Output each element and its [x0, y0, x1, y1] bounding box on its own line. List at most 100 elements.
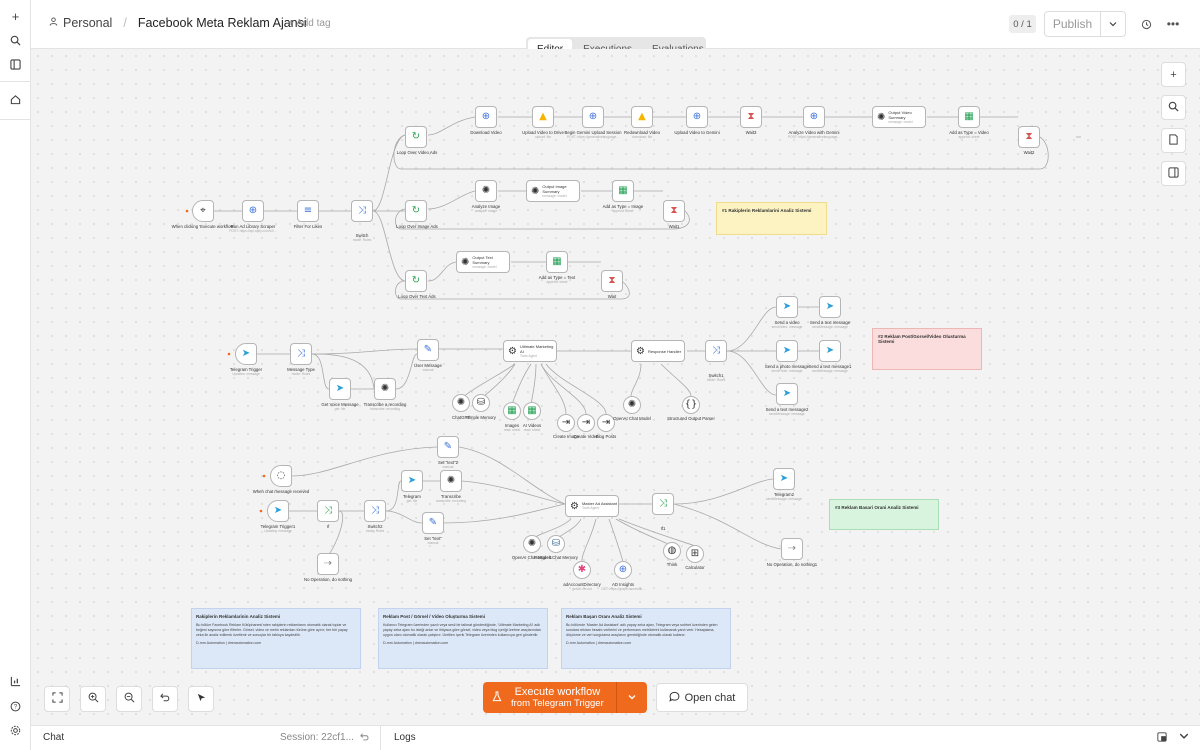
node-telegram-trigger[interactable]: ➤	[235, 343, 257, 365]
node-send-text1[interactable]: ➤	[819, 340, 841, 362]
node-ultimate-ai[interactable]: ⚙ Ultimate Marketing AI Tools Agent	[503, 340, 557, 362]
node-telegram[interactable]: ➤	[401, 470, 423, 492]
node-send-photo[interactable]: ➤	[776, 340, 798, 362]
node-images[interactable]: ▦	[503, 402, 521, 420]
node-postgres[interactable]: ⛁	[547, 535, 565, 553]
node-transcribe[interactable]: ✺	[374, 378, 396, 400]
pop-out-icon[interactable]	[1157, 732, 1167, 745]
node-set-text2[interactable]: ✎	[437, 436, 459, 458]
node-loop-video[interactable]: ↻	[405, 126, 427, 148]
workflow-canvas[interactable]: ⌖ When clicking 'Execute workflow' ⊕ Run…	[31, 49, 1200, 725]
node-ai-videos[interactable]: ▦	[523, 402, 541, 420]
node-if[interactable]: ⤨	[317, 500, 339, 522]
undo-button[interactable]	[152, 686, 178, 712]
plus-icon[interactable]: +	[7, 8, 24, 25]
node-when-clicking[interactable]: ⌖	[192, 200, 214, 222]
node-wait[interactable]: ⧗	[601, 270, 623, 292]
zoom-out-button[interactable]	[116, 686, 142, 712]
help-icon[interactable]: ?	[7, 698, 24, 715]
node-chat-received[interactable]: ◌	[270, 465, 292, 487]
workflow-name[interactable]: Facebook Meta Reklam Ajansi	[138, 16, 307, 30]
node-create-image[interactable]: ⇥	[557, 414, 575, 432]
node-transcribe2[interactable]: ✺	[440, 470, 462, 492]
node-run-ad-library[interactable]: ⊕	[242, 200, 264, 222]
search-nodes-button[interactable]	[1161, 95, 1186, 120]
node-add-image[interactable]: ▦	[612, 180, 634, 202]
search-icon[interactable]	[7, 32, 24, 49]
fit-view-button[interactable]	[44, 686, 70, 712]
chevron-down-icon[interactable]	[1179, 732, 1189, 743]
node-openai-chat[interactable]: ✺	[623, 396, 641, 414]
sticky-note[interactable]: #2 Reklam Post/Gorsel/Video Olusturma Si…	[872, 328, 982, 370]
home-icon[interactable]	[7, 91, 24, 108]
more-icon[interactable]: •••	[1164, 15, 1182, 33]
execute-workflow-button[interactable]: Execute workflow from Telegram Trigger	[483, 682, 616, 713]
node-loop-image[interactable]: ↻	[405, 200, 427, 222]
node-upload-gemini[interactable]: ⊕	[686, 106, 708, 128]
node-calculator[interactable]: ⊞	[686, 545, 704, 563]
node-analyze-image[interactable]: ✺	[475, 180, 497, 202]
sticky-note[interactable]: #3 Reklam Basari Orani Analiz Sistemi	[829, 499, 939, 530]
node-add-text[interactable]: ▦	[546, 251, 568, 273]
node-response-handler[interactable]: ⚙ Response Handler	[631, 340, 685, 362]
chat-tab[interactable]: Chat	[43, 732, 64, 743]
description-box[interactable]: Reklam Post / Görsel / Video Oluşturma S…	[378, 608, 548, 669]
node-user-message[interactable]: ✎	[417, 339, 439, 361]
toggle-sidebar-button[interactable]	[1161, 161, 1186, 186]
panel-icon[interactable]	[7, 56, 24, 73]
node-begin-gemini[interactable]: ⊕	[582, 106, 604, 128]
description-box[interactable]: Rakiplerin Reklamlarinin Analiz Sistemi …	[191, 608, 361, 669]
node-wait3[interactable]: ⧗	[740, 106, 762, 128]
node-message-type[interactable]: ⤨	[290, 343, 312, 365]
open-chat-button[interactable]: Open chat	[656, 683, 748, 712]
node-add-video[interactable]: ▦	[958, 106, 980, 128]
node-chatgpt[interactable]: ✺	[452, 394, 470, 412]
node-get-voice[interactable]: ➤	[329, 378, 351, 400]
chevron-down-icon[interactable]	[1101, 12, 1125, 36]
node-ad-account[interactable]: ✱	[573, 561, 591, 579]
node-send-video[interactable]: ➤	[776, 296, 798, 318]
description-box[interactable]: Reklam Başarı Oranı Analiz Sistemi Bu bö…	[561, 608, 731, 669]
settings-icon[interactable]	[7, 722, 24, 739]
node-master-ad[interactable]: ⚙ Master Ad Assistant Tools Agent	[565, 495, 619, 517]
add-sticky-button[interactable]	[1161, 128, 1186, 153]
node-wait1[interactable]: ⧗	[663, 200, 685, 222]
node-redownload[interactable]: ▲	[631, 106, 653, 128]
node-telegram2[interactable]: ➤	[773, 468, 795, 490]
execute-dropdown-button[interactable]	[616, 682, 647, 713]
reset-session-icon[interactable]	[360, 732, 370, 745]
node-output-text[interactable]: ✺ Output Text Summary message: model	[456, 251, 510, 273]
node-noop1[interactable]: ⇢	[781, 538, 803, 560]
node-structured-parser[interactable]: {}	[682, 396, 700, 414]
node-simple-memory[interactable]: ⛁	[472, 394, 490, 412]
node-upload-drive[interactable]: ▲	[532, 106, 554, 128]
node-wait2[interactable]: ⧗	[1018, 126, 1040, 148]
sticky-note[interactable]: #1 Rakiplerin Reklamlarini Analiz Sistem…	[716, 202, 827, 235]
node-download-video[interactable]: ⊕	[475, 106, 497, 128]
node-send-text[interactable]: ➤	[819, 296, 841, 318]
node-think[interactable]: ◍	[663, 542, 681, 560]
history-icon[interactable]	[1137, 15, 1155, 33]
workspace-link[interactable]: Personal	[63, 16, 112, 30]
add-node-button[interactable]: +	[1161, 62, 1186, 87]
node-output-image[interactable]: ✺ Output Image Summary message: model	[526, 180, 580, 202]
chart-icon[interactable]	[7, 673, 24, 690]
node-set-text[interactable]: ✎	[422, 512, 444, 534]
node-create-video[interactable]: ⇥	[577, 414, 595, 432]
node-telegram-trigger1[interactable]: ➤	[267, 500, 289, 522]
node-send-text2[interactable]: ➤	[776, 383, 798, 405]
publish-button[interactable]: Publish	[1045, 12, 1101, 36]
logs-tab[interactable]: Logs	[394, 732, 416, 743]
node-ad-insights[interactable]: ⊕	[614, 561, 632, 579]
add-tag-button[interactable]: + Add tag	[288, 18, 331, 29]
node-switch1[interactable]: ⤨	[705, 340, 727, 362]
node-noop[interactable]: ⇢	[317, 553, 339, 575]
node-analyze-gemini[interactable]: ⊕	[803, 106, 825, 128]
node-filter-likes[interactable]: ≡	[297, 200, 319, 222]
node-switch[interactable]: ⤨	[351, 200, 373, 222]
zoom-in-button[interactable]	[80, 686, 106, 712]
node-loop-text[interactable]: ↻	[405, 270, 427, 292]
tidy-up-button[interactable]	[188, 686, 214, 712]
node-output-video[interactable]: ✺ Output Video Summary message: model	[872, 106, 926, 128]
node-openai-chat1[interactable]: ✺	[523, 535, 541, 553]
